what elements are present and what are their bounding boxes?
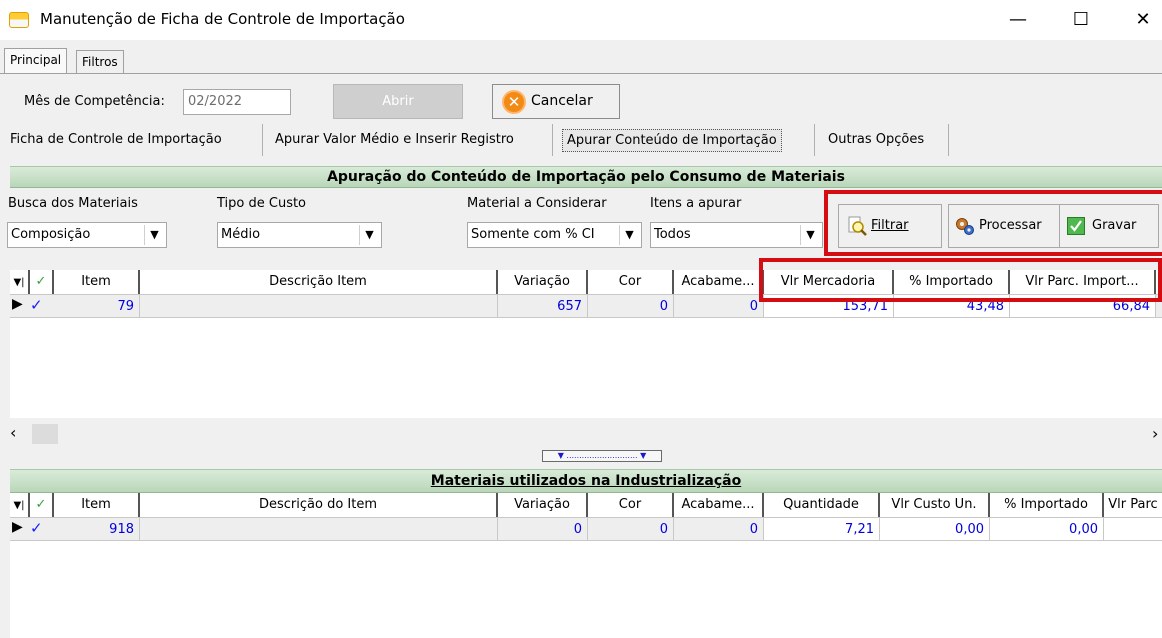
tipo-custo-select[interactable]: Médio ▼: [217, 222, 382, 248]
cell-vlr-custo-un[interactable]: 0,00: [880, 517, 990, 541]
horizontal-scrollbar-thumb[interactable]: [32, 424, 58, 444]
cancelar-label: Cancelar: [531, 93, 593, 109]
cell-vlr-parc[interactable]: [1104, 517, 1162, 541]
column-header-vlr-parc[interactable]: Vlr Parc: [1104, 493, 1162, 517]
mes-competencia-input[interactable]: 02/2022: [183, 89, 291, 115]
materiais-grid[interactable]: ▼| ✓ Item Descrição do Item Variação Cor…: [10, 493, 1162, 638]
materiais-section-header: Materiais utilizados na Industrialização: [10, 469, 1162, 493]
scroll-right-arrow-icon[interactable]: ›: [1152, 424, 1158, 443]
x-circle-icon: ✕: [502, 90, 526, 114]
current-row-indicator: ▶: [12, 519, 23, 535]
column-header-pct-importado[interactable]: % Importado: [990, 493, 1104, 517]
cell-pct-importado[interactable]: 0,00: [990, 517, 1104, 541]
material-considerar-select[interactable]: Somente com % CI ▼: [467, 222, 642, 248]
cell-item[interactable]: 79: [54, 294, 140, 318]
column-header-cor[interactable]: Cor: [588, 493, 674, 517]
row-selector-header[interactable]: ▼|: [10, 270, 30, 294]
subtab-ficha-controle[interactable]: Ficha de Controle de Importação: [10, 124, 222, 156]
highlight-box-buttons: [824, 190, 1162, 256]
check-icon[interactable]: ✓: [30, 519, 43, 537]
material-considerar-label: Material a Considerar: [467, 196, 607, 211]
itens-apurar-label: Itens a apurar: [650, 196, 742, 211]
highlight-box-values: [759, 258, 1162, 302]
row-selector-header[interactable]: ▼|: [10, 493, 30, 517]
cell-descricao[interactable]: [140, 517, 498, 541]
maximize-button[interactable]: ☐: [1058, 6, 1104, 34]
cell-variacao[interactable]: 0: [498, 517, 588, 541]
chevron-down-icon[interactable]: ▼: [800, 225, 820, 245]
column-header-descricao[interactable]: Descrição do Item: [140, 493, 498, 517]
busca-materiais-label: Busca dos Materiais: [8, 196, 138, 211]
app-icon: [9, 12, 29, 28]
minimize-button[interactable]: —: [995, 6, 1041, 34]
close-button[interactable]: ✕: [1120, 6, 1162, 34]
chevron-down-icon[interactable]: ▼: [619, 225, 639, 245]
tab-divider: [0, 73, 1162, 74]
subtab-outras-opcoes[interactable]: Outras Opções: [828, 124, 924, 156]
cell-variacao[interactable]: 657: [498, 294, 588, 318]
cancelar-button[interactable]: ✕ Cancelar: [492, 84, 620, 119]
itens-apurar-value: Todos: [654, 227, 691, 242]
tab-principal[interactable]: Principal: [4, 48, 68, 74]
mes-competencia-label: Mês de Competência:: [24, 94, 165, 109]
cell-descricao[interactable]: [140, 294, 498, 318]
current-row-indicator: ▶: [12, 296, 23, 312]
abrir-button[interactable]: Abrir: [333, 84, 463, 119]
column-header-quantidade[interactable]: Quantidade: [764, 493, 880, 517]
column-header-cor[interactable]: Cor: [588, 270, 674, 294]
subtab-separator: [262, 124, 263, 156]
subtab-separator: [814, 124, 815, 156]
check-column-header[interactable]: ✓: [30, 493, 54, 517]
cell-acabamento[interactable]: 0: [674, 517, 764, 541]
chevron-down-icon[interactable]: ▼: [144, 225, 164, 245]
apuracao-section-header: Apuração do Conteúdo de Importação pelo …: [10, 166, 1162, 188]
column-header-variacao[interactable]: Variação: [498, 270, 588, 294]
column-header-item[interactable]: Item: [54, 493, 140, 517]
itens-apurar-select[interactable]: Todos ▼: [650, 222, 823, 248]
panel-splitter[interactable]: ▼ ............................ ▼: [542, 450, 662, 462]
chevron-down-icon[interactable]: ▼: [359, 225, 379, 245]
tipo-custo-label: Tipo de Custo: [217, 196, 307, 211]
busca-materiais-select[interactable]: Composição ▼: [7, 222, 167, 248]
subtab-separator: [948, 124, 949, 156]
subtab-separator: [552, 124, 553, 156]
window-title: Manutenção de Ficha de Controle de Impor…: [40, 10, 405, 28]
cell-cor[interactable]: 0: [588, 517, 674, 541]
title-bar: Manutenção de Ficha de Controle de Impor…: [0, 0, 1162, 40]
subtab-apurar-conteudo[interactable]: Apurar Conteúdo de Importação: [562, 129, 782, 152]
cell-quantidade[interactable]: 7,21: [764, 517, 880, 541]
subtab-apurar-valor-medio[interactable]: Apurar Valor Médio e Inserir Registro: [275, 124, 514, 156]
column-header-descricao[interactable]: Descrição Item: [140, 270, 498, 294]
cell-cor[interactable]: 0: [588, 294, 674, 318]
column-header-acabamento[interactable]: Acabame...: [674, 493, 764, 517]
tipo-custo-value: Médio: [221, 227, 261, 242]
column-header-vlr-custo-un[interactable]: Vlr Custo Un.: [880, 493, 990, 517]
column-header-variacao[interactable]: Variação: [498, 493, 588, 517]
check-column-header[interactable]: ✓: [30, 270, 54, 294]
material-considerar-value: Somente com % CI: [471, 227, 595, 242]
cell-acabamento[interactable]: 0: [674, 294, 764, 318]
tab-filtros[interactable]: Filtros: [76, 50, 124, 74]
column-header-acabamento[interactable]: Acabame...: [674, 270, 764, 294]
check-icon[interactable]: ✓: [30, 296, 43, 314]
column-header-item[interactable]: Item: [54, 270, 140, 294]
cell-item[interactable]: 918: [54, 517, 140, 541]
scroll-left-arrow-icon[interactable]: ‹: [10, 424, 28, 442]
busca-materiais-value: Composição: [11, 227, 91, 242]
